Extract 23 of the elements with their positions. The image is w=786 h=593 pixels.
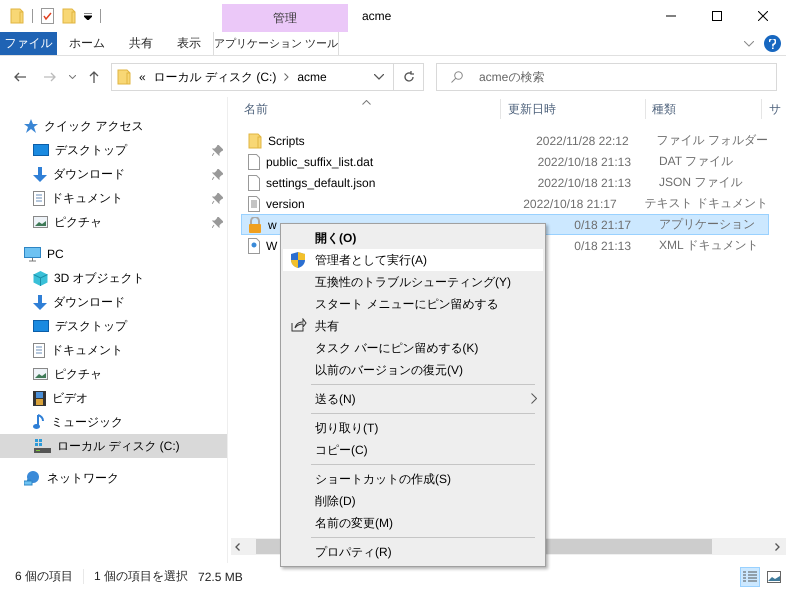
file-type: XML ドキュメント: [659, 237, 759, 254]
file-name: w: [268, 218, 277, 232]
file-name: settings_default.json: [266, 176, 376, 190]
window-title: acme: [362, 8, 392, 25]
file-type: JSON ファイル: [659, 174, 742, 191]
file-name: version: [266, 196, 305, 210]
file-name: public_suffix_list.dat: [266, 154, 374, 168]
modified-date: 2022/10/18 21:17: [522, 196, 617, 210]
modified-date: 2022/10/18 21:13: [536, 154, 631, 168]
item-count: 6 個の項目: [15, 568, 74, 585]
modified-date: 2022/10/18 21:13: [536, 176, 631, 190]
selection-info: 1 個の項目を選択: [94, 568, 188, 585]
file-type: アプリケーション: [659, 216, 755, 233]
contextual-tab-header: 管理: [222, 4, 348, 32]
modified-date: 0/18 21:13: [573, 238, 631, 252]
selection-size: 72.5 MB: [198, 570, 243, 584]
modified-date: 0/18 21:17: [573, 218, 631, 232]
file-type: ファイル フォルダー: [656, 132, 768, 149]
file-type: テキスト ドキュメント: [644, 195, 768, 212]
file-type: DAT ファイル: [659, 153, 734, 170]
file-name: Scripts: [268, 134, 305, 148]
file-name: W: [266, 238, 278, 252]
modified-date: 2022/11/28 22:12: [535, 134, 629, 148]
